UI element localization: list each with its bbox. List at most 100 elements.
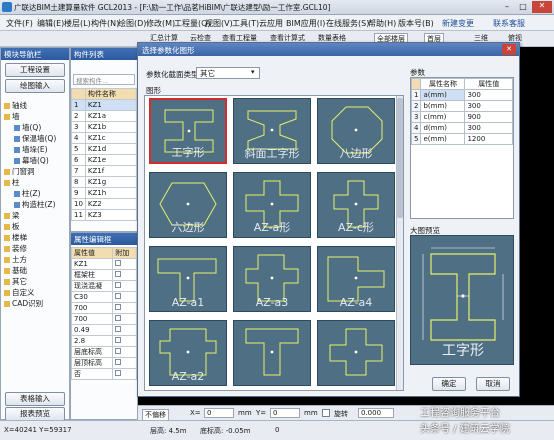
table-row[interactable]: 6 KZ1e (71, 154, 138, 166)
menu-file[interactable]: 文件(F) (6, 18, 33, 29)
tree-item[interactable]: 保温墙(Q) (4, 133, 68, 144)
maximize-icon[interactable]: □ (516, 2, 530, 12)
table-row[interactable]: 1 KZ1 (71, 99, 138, 111)
tree-item[interactable]: 轴线 (4, 100, 68, 111)
attribute-value[interactable]: 框架柱 (70, 269, 114, 281)
menu-floor[interactable]: 楼层(L) (64, 18, 91, 29)
menu-help[interactable]: 帮助(H) (368, 18, 396, 29)
attribute-extra[interactable] (112, 280, 137, 292)
menu-view[interactable]: 视图(V) (205, 18, 233, 29)
attribute-value[interactable]: 0.49 (70, 324, 114, 336)
tree-item[interactable]: 墙垛(E) (4, 144, 68, 155)
tree-item[interactable]: 梁 (4, 210, 68, 221)
tree-item[interactable]: 基础 (4, 265, 68, 276)
attribute-value[interactable]: KZ1 (70, 258, 114, 270)
tree-item[interactable]: 装修 (4, 243, 68, 254)
tree-item[interactable]: CAD识别 (4, 298, 68, 309)
param-value[interactable]: 1200 (464, 133, 513, 145)
shape-thumbnail[interactable]: AZ-a3 (233, 246, 311, 312)
extra-checkbox[interactable] (115, 359, 122, 365)
table-row[interactable]: 5 KZ1d (71, 143, 138, 155)
report-preview-button[interactable]: 报表预览 (5, 407, 65, 421)
table-row[interactable]: KZ1 (70, 258, 137, 270)
table-row[interactable]: 现浇混凝 (70, 280, 137, 292)
menu-bim[interactable]: BIM应用(I) (286, 18, 325, 29)
table-input-button[interactable]: 表格输入 (5, 392, 65, 406)
extra-checkbox[interactable] (115, 370, 122, 376)
extra-checkbox[interactable] (115, 337, 122, 343)
cancel-button[interactable]: 取消 (476, 377, 510, 391)
shape-thumbnail[interactable] (317, 320, 395, 386)
tree-item[interactable]: 板 (4, 221, 68, 232)
table-row[interactable]: 4 KZ1c (71, 132, 138, 144)
attribute-value[interactable]: 层顶标高 (70, 357, 114, 369)
shape-thumbnail[interactable]: 工字形 (149, 98, 227, 164)
shape-thumbnail[interactable]: AZ-a形 (233, 172, 311, 238)
table-row[interactable]: 700 (70, 313, 137, 325)
attribute-extra[interactable] (112, 324, 137, 336)
attribute-value[interactable]: 层底标高 (70, 346, 114, 358)
param-value[interactable]: 300 (464, 122, 513, 134)
x-input[interactable]: 0 (204, 408, 234, 418)
attribute-extra[interactable] (112, 302, 137, 314)
attribute-value[interactable]: 否 (70, 368, 114, 380)
attribute-value[interactable]: C30 (70, 291, 114, 303)
minimize-icon[interactable]: – (500, 2, 514, 12)
attribute-extra[interactable] (112, 357, 137, 369)
shape-thumbnail[interactable]: AZ-a4 (317, 246, 395, 312)
extra-checkbox[interactable] (115, 315, 122, 321)
table-row[interactable]: 3 KZ1b (71, 121, 138, 133)
extra-checkbox[interactable] (115, 326, 122, 332)
extra-checkbox[interactable] (115, 304, 122, 310)
tree-item[interactable]: 自定义 (4, 287, 68, 298)
rotate-input[interactable]: 0.000 (358, 408, 394, 418)
table-row[interactable]: 0.49 (70, 324, 137, 336)
param-value[interactable]: 300 (464, 100, 513, 112)
attribute-value[interactable]: 现浇混凝 (70, 280, 114, 292)
attribute-extra[interactable] (112, 346, 137, 358)
tree-item[interactable]: 门窗洞 (4, 166, 68, 177)
shape-thumbnail[interactable]: 八边形 (317, 98, 395, 164)
shape-thumbnail[interactable]: AZ-a1 (149, 246, 227, 312)
param-row[interactable]: 4 d(mm) 300 (410, 122, 513, 134)
attribute-value[interactable]: 700 (70, 313, 114, 325)
table-row[interactable]: 8 KZ1g (71, 176, 138, 188)
rotate-checkbox[interactable] (322, 409, 330, 417)
table-row[interactable]: 2 KZ1a (71, 110, 138, 122)
param-row[interactable]: 3 c(mm) 900 (410, 111, 513, 123)
table-row[interactable]: 7 KZ1f (71, 165, 138, 177)
attribute-extra[interactable] (112, 258, 137, 270)
extra-checkbox[interactable] (115, 348, 122, 354)
ok-button[interactable]: 确定 (432, 377, 466, 391)
menu-new-change[interactable]: 新建变更 (442, 18, 474, 29)
gallery-scrollbar[interactable] (396, 96, 403, 390)
shape-thumbnail[interactable]: 六边形 (149, 172, 227, 238)
extra-checkbox[interactable] (115, 271, 122, 277)
table-row[interactable]: 10 KZ2 (71, 198, 138, 210)
attribute-extra[interactable] (112, 368, 137, 380)
menu-online[interactable]: 在线服务(S) (326, 18, 369, 29)
menu-draw[interactable]: 绘图(D) (118, 18, 146, 29)
close-icon[interactable]: ✕ (532, 1, 552, 13)
tree-item[interactable]: 柱(Z) (4, 188, 68, 199)
tree-item[interactable]: 柱 (4, 177, 68, 188)
chevron-down-icon[interactable]: ▾ (251, 68, 255, 76)
tree-item[interactable]: 墙(Q) (4, 122, 68, 133)
attribute-value[interactable]: 700 (70, 302, 114, 314)
table-row[interactable]: C30 (70, 291, 137, 303)
table-row[interactable]: 9 KZ1h (71, 187, 138, 199)
menu-modify[interactable]: 修改(M) (146, 18, 175, 29)
dialog-close-icon[interactable]: ✕ (502, 44, 516, 55)
extra-checkbox[interactable] (115, 282, 122, 288)
tree-item[interactable]: 墙 (4, 111, 68, 122)
drawing-input-button[interactable]: 绘图输入 (5, 79, 65, 93)
param-value[interactable]: 900 (464, 111, 513, 123)
shape-thumbnail[interactable] (233, 320, 311, 386)
menu-edit[interactable]: 编辑(E) (37, 18, 64, 29)
y-input[interactable]: 0 (270, 408, 300, 418)
tree-item[interactable]: 其它 (4, 276, 68, 287)
table-row[interactable]: 框架柱 (70, 269, 137, 281)
component-search-input[interactable]: 搜索构件... (73, 74, 135, 85)
attribute-extra[interactable] (112, 335, 137, 347)
attribute-extra[interactable] (112, 269, 137, 281)
